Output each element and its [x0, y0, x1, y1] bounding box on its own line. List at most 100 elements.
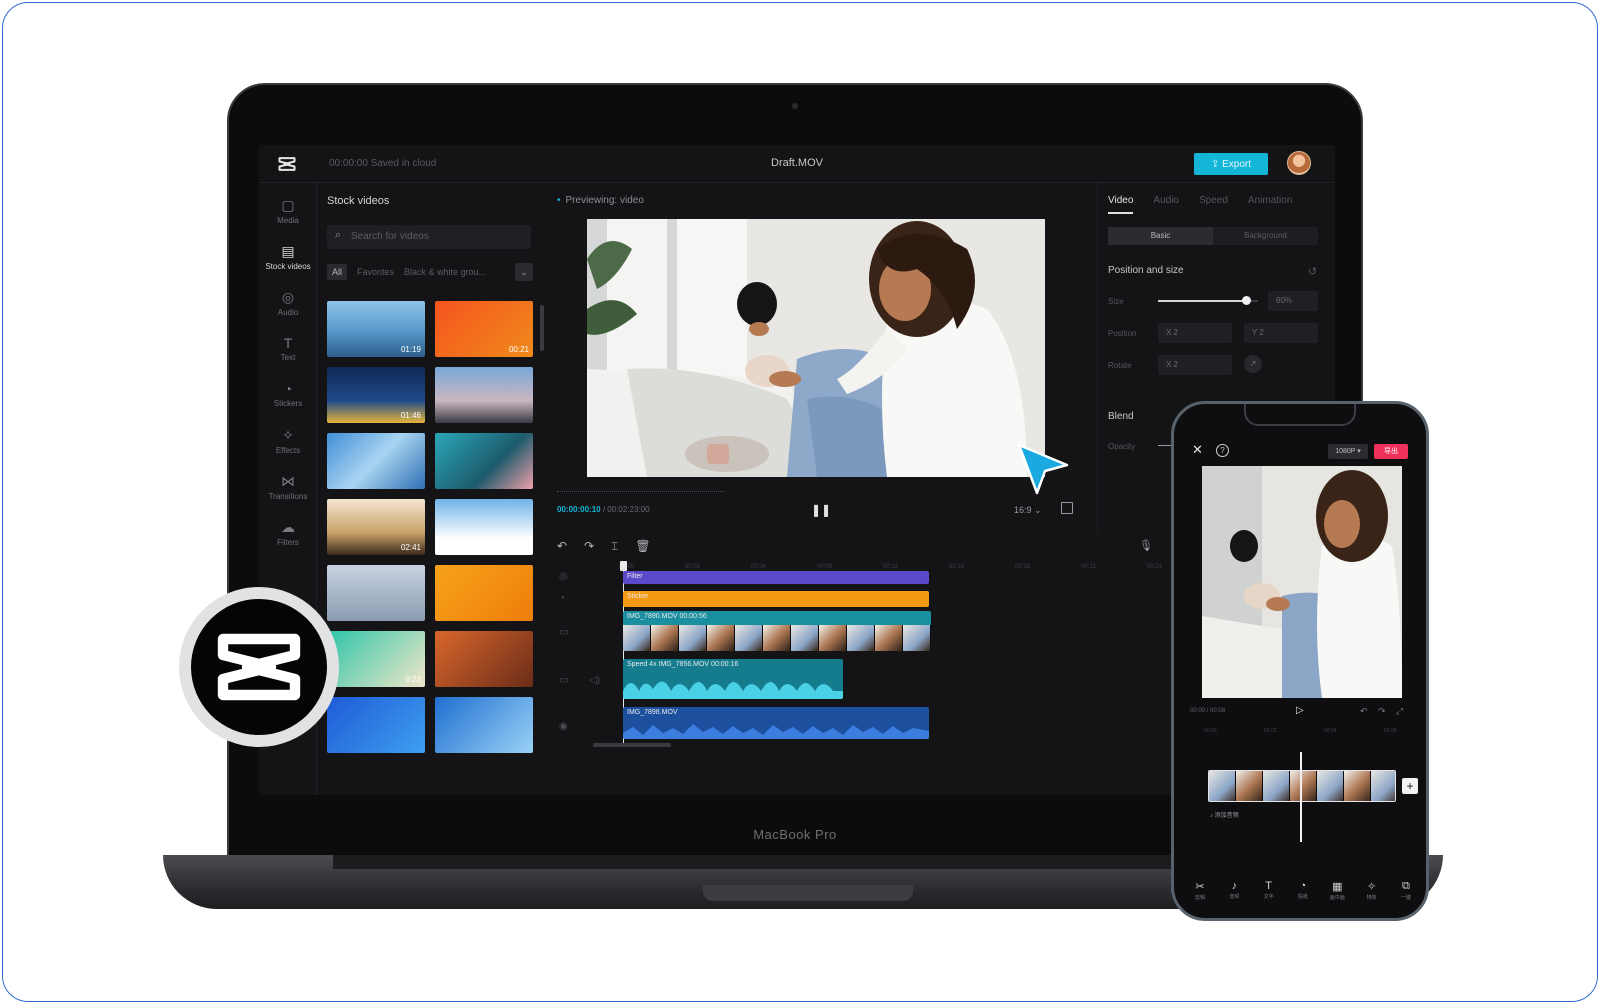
stock-thumbnail[interactable]	[435, 367, 533, 423]
segment-background[interactable]: Background	[1213, 227, 1318, 245]
phone-tool-2[interactable]: T 文字	[1257, 880, 1281, 901]
chevron-down-icon[interactable]: ⌄	[515, 263, 533, 281]
stock-thumbnail[interactable]	[435, 433, 533, 489]
thumbnail-duration: 02:41	[400, 543, 421, 552]
tab-video[interactable]: Video	[1108, 195, 1134, 214]
search-input[interactable]: ⌕ Search for videos	[327, 225, 531, 249]
position-x-field[interactable]: X 2	[1158, 323, 1232, 343]
panel-scrollbar[interactable]	[540, 305, 544, 351]
undo-icon[interactable]: ↶	[557, 539, 567, 557]
filter-clip[interactable]: Filter	[623, 571, 929, 584]
phone-tool-label: 剪辑	[1194, 895, 1205, 901]
add-clip-button[interactable]: +	[1402, 778, 1418, 794]
phone-tool-1[interactable]: ♪ 音频	[1222, 880, 1246, 901]
filter-track-icon: ◎	[559, 571, 568, 582]
phone-timecode: 00:00 / 00:08	[1190, 708, 1226, 714]
main-video-clip[interactable]: IMG_7890.MOV 00:00:56	[623, 611, 931, 651]
stock-thumbnail[interactable]: 01:19	[327, 301, 425, 357]
phone-tool-5[interactable]: ✧ 特效	[1360, 880, 1384, 901]
reset-icon[interactable]: ↺	[1308, 265, 1317, 278]
fullscreen-icon[interactable]	[1061, 502, 1073, 514]
filter-all[interactable]: All	[327, 264, 348, 280]
close-icon[interactable]: ✕	[1192, 442, 1203, 458]
export-button[interactable]: ⇪ Export	[1194, 153, 1268, 175]
phone-tool-icon: ✧	[1367, 881, 1377, 893]
segment-basic[interactable]: Basic	[1108, 227, 1213, 245]
phone-tool-0[interactable]: ✂ 剪辑	[1188, 880, 1212, 901]
phone-export-button[interactable]: 导出	[1374, 444, 1408, 459]
rail-item-stickers[interactable]: ◔ Stickers	[259, 381, 317, 408]
resolution-select[interactable]: 1080P ▾	[1328, 444, 1368, 459]
stock-thumbnail[interactable]	[327, 433, 425, 489]
phone-clip-filmstrip[interactable]	[1208, 770, 1396, 802]
rail-item-text[interactable]: T Text	[259, 335, 317, 362]
aspect-ratio-select[interactable]: 16:9 ⌄	[1014, 505, 1042, 516]
microphone-icon[interactable]: 🎙	[1139, 539, 1153, 552]
size-slider-handle[interactable]	[1242, 296, 1251, 305]
rail-item-stock-videos[interactable]: ▤ Stock videos	[259, 243, 317, 271]
phone-redo-icon[interactable]: ↷	[1378, 706, 1386, 717]
speed-video-clip[interactable]: Speed 4x IMG_7856.MOV 00:00:16	[623, 659, 843, 699]
audio-clip[interactable]: IMG_7898.MOV	[623, 707, 929, 739]
filmstrip-frame	[1290, 771, 1317, 801]
phone-notch	[1244, 404, 1356, 426]
phone-tool-3[interactable]: ◔ 贴纸	[1291, 880, 1315, 901]
filmstrip-frame	[707, 625, 735, 651]
filter-black-white[interactable]: Black & white grou...	[404, 267, 486, 277]
phone-tool-6[interactable]: ⧉ 一键	[1394, 880, 1418, 901]
tab-speed[interactable]: Speed	[1199, 195, 1228, 214]
tab-audio[interactable]: Audio	[1153, 195, 1179, 214]
position-y-field[interactable]: Y 2	[1244, 323, 1318, 343]
stock-thumbnail[interactable]	[435, 631, 533, 687]
effects-icon: ✧	[282, 427, 294, 443]
tab-animation[interactable]: Animation	[1248, 195, 1292, 214]
stock-thumbnail[interactable]: 02:41	[327, 499, 425, 555]
delete-icon[interactable]: 🗑	[635, 539, 650, 557]
stock-thumbnail[interactable]	[327, 697, 425, 753]
rotate-field[interactable]: X 2	[1158, 355, 1232, 375]
filmstrip-frame	[791, 625, 819, 651]
search-placeholder: Search for videos	[351, 231, 429, 242]
sticker-clip[interactable]: Sticker	[623, 591, 929, 607]
preview-scrubber[interactable]	[557, 491, 725, 492]
rail-item-transitions[interactable]: ⋈ Transitions	[259, 473, 317, 501]
rail-label: Stickers	[273, 399, 303, 408]
stock-thumbnail[interactable]: 0:23	[327, 631, 425, 687]
phone-tool-label: 一键	[1400, 895, 1411, 901]
main-clip-label: IMG_7890.MOV 00:00:56	[627, 613, 707, 620]
size-slider-track[interactable]	[1158, 300, 1246, 302]
timeline-scrollbar[interactable]	[593, 743, 671, 747]
speed-clip-waveform	[623, 681, 843, 699]
stickers-icon: ◔	[283, 381, 293, 397]
phone-undo-icon[interactable]: ↶	[1360, 706, 1368, 717]
rail-item-media[interactable]: ▢ Media	[259, 197, 317, 225]
add-audio-label[interactable]: ♪ 添加音频	[1210, 810, 1239, 819]
rail-item-effects[interactable]: ✧ Effects	[259, 427, 317, 455]
search-icon: ⌕	[335, 229, 342, 241]
stock-thumbnail[interactable]	[435, 565, 533, 621]
stock-thumbnail[interactable]	[435, 499, 533, 555]
stock-thumbnail[interactable]	[435, 697, 533, 753]
help-icon[interactable]: ?	[1216, 444, 1229, 457]
phone-fullscreen-icon[interactable]: ⤢	[1396, 706, 1403, 717]
sticker-clip-label: Sticker	[627, 593, 649, 600]
user-avatar[interactable]	[1287, 151, 1311, 175]
redo-icon[interactable]: ↷	[584, 539, 594, 557]
pause-icon[interactable]: ❚❚	[811, 503, 831, 517]
phone-mockup: ✕ ? 1080P ▾ 导出 00:00 / 00:08 ▷ ↶ ↷ ⤢ 00:…	[1171, 401, 1429, 921]
stock-videos-icon: ▤	[281, 243, 295, 259]
volume-icon[interactable]: ◁)	[589, 675, 600, 686]
phone-play-icon[interactable]: ▷	[1296, 705, 1304, 716]
rail-item-filters[interactable]: ☁ Filters	[259, 519, 317, 547]
filmstrip-frame	[1317, 771, 1344, 801]
stock-thumbnail[interactable]	[327, 565, 425, 621]
filters-icon: ☁	[281, 519, 295, 535]
size-value-field[interactable]: 60%	[1268, 291, 1318, 311]
phone-tool-4[interactable]: ▦ 画中画	[1325, 880, 1349, 901]
split-icon[interactable]: ⌶	[611, 539, 618, 557]
stock-thumbnail[interactable]: 00:21	[435, 301, 533, 357]
stock-thumbnail[interactable]: 01:46	[327, 367, 425, 423]
rotate-dial-icon[interactable]: ↗	[1244, 355, 1262, 373]
rail-item-audio[interactable]: ◎ Audio	[259, 289, 317, 317]
filter-favorites[interactable]: Favorites	[357, 267, 394, 277]
